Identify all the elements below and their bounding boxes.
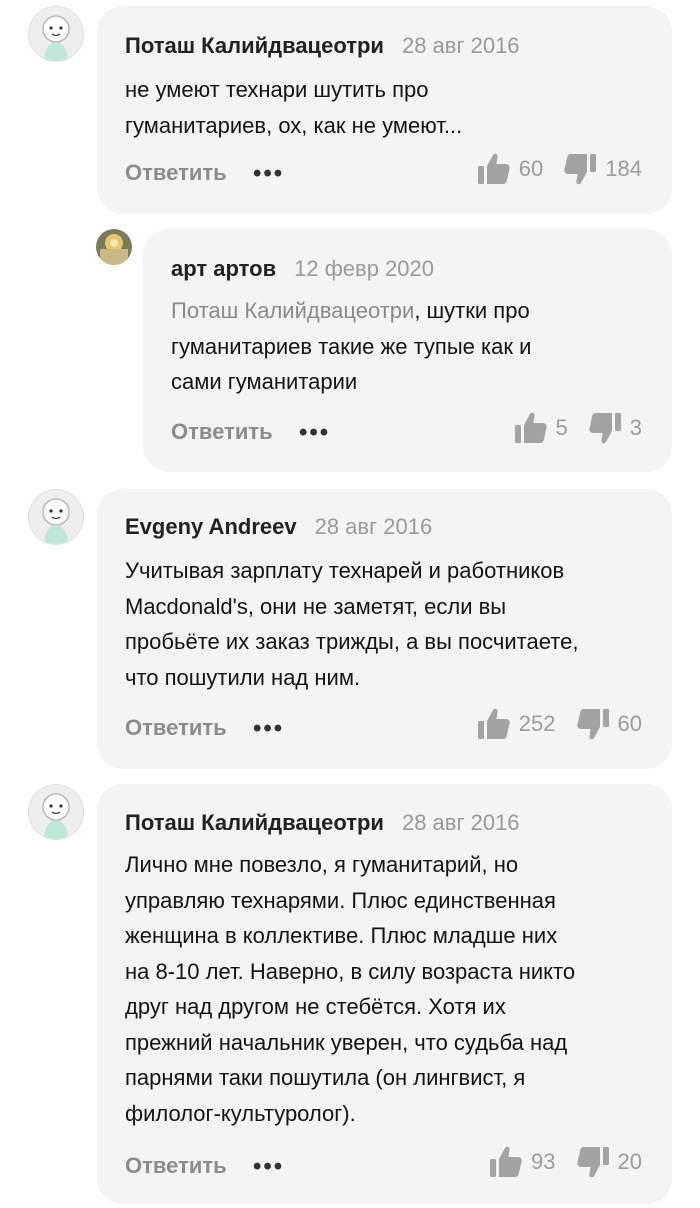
reply-button[interactable]: Ответить xyxy=(125,1153,227,1179)
likes-count: 252 xyxy=(518,711,556,736)
comment-text: Учитывая зарплату технарей и работников … xyxy=(125,558,579,690)
dislikes-count: 3 xyxy=(629,415,642,440)
vote-bar: 93 20 xyxy=(489,1145,642,1179)
dislikes-count: 20 xyxy=(617,1149,642,1174)
thumb-up-icon[interactable] xyxy=(489,1145,523,1179)
comment-card: Поташ Калийдвацеотри 28 авг 2016 не умеют… xyxy=(97,6,672,214)
thumb-up-icon[interactable] xyxy=(514,411,548,445)
more-options-button[interactable]: ••• xyxy=(253,715,284,743)
reply-button[interactable]: Ответить xyxy=(125,715,227,741)
comment-date[interactable]: 28 авг 2016 xyxy=(315,514,433,539)
reply-button[interactable]: Ответить xyxy=(125,160,227,186)
thumb-up-icon[interactable] xyxy=(477,707,511,741)
avatar[interactable] xyxy=(28,6,84,62)
thumb-down-icon[interactable] xyxy=(576,707,610,741)
dislikes-count: 184 xyxy=(605,156,642,181)
comment-card: Поташ Калийдвацеотри 28 авг 2016 Лично мн… xyxy=(97,784,672,1204)
dislikes-count: 60 xyxy=(617,711,642,736)
likes-count: 60 xyxy=(518,156,544,181)
thumb-down-icon[interactable] xyxy=(576,1145,610,1179)
comment-header: Поташ Калийдвацеотри 28 авг 2016 xyxy=(125,810,520,836)
vote-bar: 5 3 xyxy=(514,411,642,445)
comment-text: Лично мне повезло, я гуманитарий, но упр… xyxy=(125,852,576,1126)
vote-bar: 252 60 xyxy=(477,707,642,741)
comment-text: не умеют технари шутить про гуманитариев… xyxy=(125,77,463,138)
avatar[interactable] xyxy=(28,489,84,545)
comment-date[interactable]: 28 авг 2016 xyxy=(402,33,520,58)
thumb-down-icon[interactable] xyxy=(588,411,622,445)
comment-header: Evgeny Andreev 28 авг 2016 xyxy=(125,514,432,540)
mention-link[interactable]: Поташ Калийдвацеотри xyxy=(171,298,414,323)
thumb-up-icon[interactable] xyxy=(477,152,511,186)
more-options-button[interactable]: ••• xyxy=(253,160,284,188)
vote-bar: 60 184 xyxy=(477,152,642,186)
author-name[interactable]: Evgeny Andreev xyxy=(125,514,297,539)
likes-count: 5 xyxy=(555,415,568,440)
user-photo-icon xyxy=(96,229,132,265)
reply-button[interactable]: Ответить xyxy=(171,419,273,445)
thumb-down-icon[interactable] xyxy=(563,152,597,186)
avatar[interactable] xyxy=(28,784,84,840)
more-options-button[interactable]: ••• xyxy=(299,419,330,447)
user-avatar-icon xyxy=(42,498,70,544)
comment-text: Поташ Калийдвацеотри, шутки про гуманита… xyxy=(171,298,532,394)
comment-header: арт артов 12 февр 2020 xyxy=(171,256,434,282)
user-avatar-icon xyxy=(42,15,70,61)
comment-card: Evgeny Andreev 28 авг 2016 Учитывая зарпл… xyxy=(97,489,672,769)
comment-date[interactable]: 28 авг 2016 xyxy=(402,810,520,835)
user-avatar-icon xyxy=(42,793,70,839)
comment-card: арт артов 12 февр 2020 Поташ Калийдвацеот… xyxy=(143,229,672,472)
author-name[interactable]: Поташ Калийдвацеотри xyxy=(125,810,384,835)
likes-count: 93 xyxy=(531,1149,556,1174)
comment-date[interactable]: 12 февр 2020 xyxy=(294,256,434,281)
more-options-button[interactable]: ••• xyxy=(253,1153,284,1181)
author-name[interactable]: Поташ Калийдвацеотри xyxy=(125,33,384,58)
avatar[interactable] xyxy=(96,229,132,265)
author-name[interactable]: арт артов xyxy=(171,256,276,281)
comment-header: Поташ Калийдвацеотри 28 авг 2016 xyxy=(125,33,520,59)
